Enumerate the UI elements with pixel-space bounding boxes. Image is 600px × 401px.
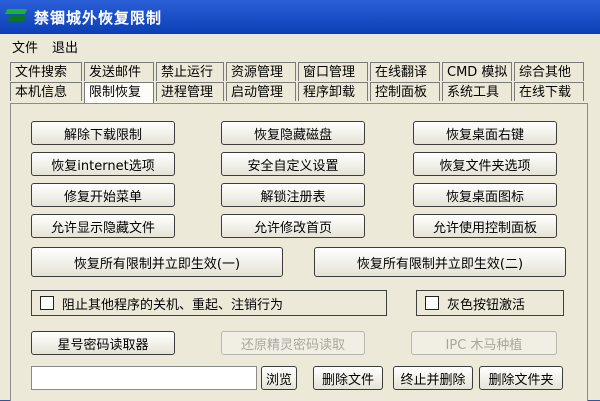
tab-online-download[interactable]: 在线下载 <box>514 82 584 101</box>
restore-all-1-button[interactable]: 恢复所有限制并立即生效(一) <box>31 247 283 277</box>
restore-all-2-button[interactable]: 恢复所有限制并立即生效(二) <box>314 247 566 277</box>
delete-folder-button[interactable]: 删除文件夹 <box>479 366 563 390</box>
allow-control-panel-button[interactable]: 允许使用控制面板 <box>413 214 557 238</box>
delete-file-button[interactable]: 删除文件 <box>313 366 383 390</box>
unlock-download-button[interactable]: 解除下载限制 <box>31 121 175 145</box>
unlock-registry-button[interactable]: 解锁注册表 <box>221 183 365 207</box>
menu-file[interactable]: 文件 <box>0 37 45 56</box>
block-shutdown-checkbox[interactable]: 阻止其他程序的关机、重起、注销行为 <box>31 290 387 316</box>
menu-exit[interactable]: 退出 <box>45 37 85 56</box>
tab-strip: 文件搜索 发送邮件 禁止运行 资源管理 窗口管理 在线翻译 CMD 模拟 综合其… <box>10 62 586 103</box>
restore-desktop-icons-button[interactable]: 恢复桌面图标 <box>413 183 557 207</box>
restore-desktop-rightclick-button[interactable]: 恢复桌面右键 <box>413 121 557 145</box>
title-bar: 禁锢城外恢复限制 <box>0 0 600 34</box>
star-password-reader-button[interactable]: 星号密码读取器 <box>31 331 175 355</box>
tab-process-manager[interactable]: 进程管理 <box>156 82 224 101</box>
browse-button[interactable]: 浏览 <box>261 366 297 390</box>
tab-local-info[interactable]: 本机信息 <box>10 82 82 101</box>
safe-custom-settings-button[interactable]: 安全自定义设置 <box>221 152 365 176</box>
allow-modify-homepage-button[interactable]: 允许修改首页 <box>221 214 365 238</box>
path-input[interactable] <box>31 366 257 390</box>
tab-cmd-simulate[interactable]: CMD 模拟 <box>442 62 512 81</box>
block-shutdown-label: 阻止其他程序的关机、重起、注销行为 <box>62 297 284 313</box>
main-window: 禁锢城外恢复限制 文件 退出 文件搜索 发送邮件 禁止运行 资源管理 窗口管理 … <box>0 0 600 401</box>
tab-restriction-restore[interactable]: 限制恢复 <box>84 82 154 103</box>
checkbox-box[interactable] <box>425 296 439 310</box>
tab-control-panel[interactable]: 控制面板 <box>370 82 440 101</box>
gray-button-activate-label: 灰色按钮激活 <box>447 297 526 313</box>
tab-misc[interactable]: 综合其他 <box>514 62 584 81</box>
repair-start-menu-button[interactable]: 修复开始菜单 <box>31 183 175 207</box>
restore-folder-options-button[interactable]: 恢复文件夹选项 <box>413 152 557 176</box>
tab-panel-restriction-restore: 解除下载限制 恢复隐藏磁盘 恢复桌面右键 恢复internet选项 安全自定义设… <box>10 103 588 401</box>
tab-resource-manager[interactable]: 资源管理 <box>226 62 296 81</box>
menu-bar: 文件 退出 <box>0 34 600 58</box>
tab-online-translate[interactable]: 在线翻译 <box>370 62 440 81</box>
terminate-delete-button[interactable]: 终止并删除 <box>393 366 473 390</box>
tab-system-tools[interactable]: 系统工具 <box>442 82 512 101</box>
window-title: 禁锢城外恢复限制 <box>34 8 163 27</box>
tab-uninstall[interactable]: 程序卸载 <box>298 82 368 101</box>
app-icon <box>4 6 28 28</box>
tab-startup-manager[interactable]: 启动管理 <box>226 82 296 101</box>
restore-hidden-disk-button[interactable]: 恢复隐藏磁盘 <box>221 121 365 145</box>
ipc-trojan-button[interactable]: IPC 木马种植 <box>411 331 557 355</box>
tab-file-search[interactable]: 文件搜索 <box>10 62 82 81</box>
tab-row-2: 本机信息 限制恢复 进程管理 启动管理 程序卸载 控制面板 系统工具 在线下载 <box>10 82 586 103</box>
gray-button-activate-checkbox[interactable]: 灰色按钮激活 <box>416 290 564 316</box>
tab-send-mail[interactable]: 发送邮件 <box>84 62 154 81</box>
restore-wizard-password-button[interactable]: 还原精灵密码读取 <box>221 331 365 355</box>
allow-show-hidden-files-button[interactable]: 允许显示隐藏文件 <box>31 214 175 238</box>
restore-internet-options-button[interactable]: 恢复internet选项 <box>31 152 175 176</box>
tab-block-run[interactable]: 禁止运行 <box>156 62 224 81</box>
tab-row-1: 文件搜索 发送邮件 禁止运行 资源管理 窗口管理 在线翻译 CMD 模拟 综合其… <box>10 62 586 82</box>
tab-window-manager[interactable]: 窗口管理 <box>298 62 368 81</box>
checkbox-box[interactable] <box>40 296 54 310</box>
